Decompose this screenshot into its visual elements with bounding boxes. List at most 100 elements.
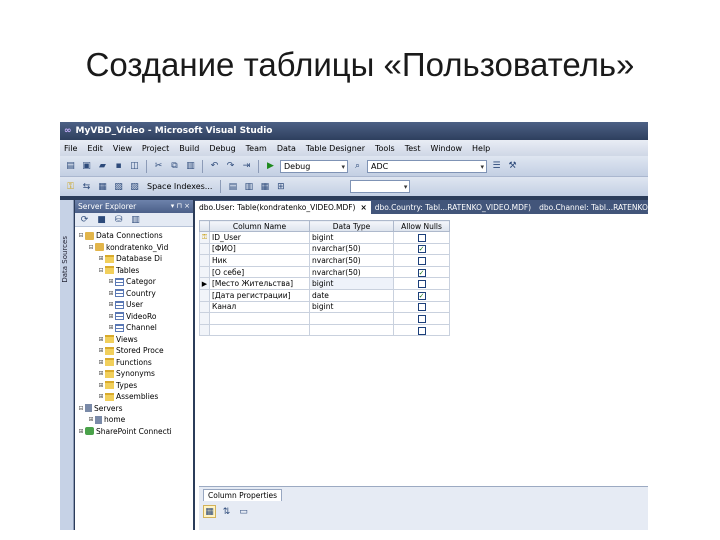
expand-icon[interactable]: ⊞ bbox=[107, 322, 115, 334]
menu-build[interactable]: Build bbox=[179, 144, 199, 153]
server-explorer-header[interactable]: Server Explorer ▾ ⊓ × bbox=[75, 200, 193, 213]
indexes-icon[interactable]: ▦ bbox=[96, 180, 109, 193]
generate-script-icon[interactable]: ▨ bbox=[128, 180, 141, 193]
allow-nulls-checkbox[interactable]: ✓ bbox=[417, 245, 426, 254]
check-constraints-icon[interactable]: ▧ bbox=[112, 180, 125, 193]
data-type-cell[interactable]: nvarchar(50) bbox=[309, 242, 394, 256]
diagram-pane-icon[interactable]: ▥ bbox=[242, 180, 255, 193]
expand-icon[interactable]: ⊞ bbox=[97, 368, 105, 380]
allow-nulls-cell[interactable] bbox=[393, 300, 450, 314]
allow-nulls-checkbox[interactable] bbox=[417, 233, 426, 242]
table-row[interactable]: [О себе] nvarchar(50) ✓ bbox=[199, 265, 450, 279]
window-titlebar[interactable]: ∞ MyVBD_Video - Microsoft Visual Studio bbox=[60, 122, 648, 140]
table-row[interactable]: Ник nvarchar(50) bbox=[199, 254, 450, 267]
property-pages-icon[interactable]: ▭ bbox=[237, 505, 250, 518]
expand-icon[interactable]: ⊞ bbox=[87, 414, 95, 426]
paste-icon[interactable]: ▥ bbox=[184, 160, 197, 173]
data-sources-strip[interactable]: Data Sources bbox=[60, 200, 74, 530]
open-file-icon[interactable]: ▰ bbox=[96, 160, 109, 173]
tree-item[interactable]: ⊞ Country bbox=[75, 288, 193, 300]
properties-icon[interactable]: ☰ bbox=[490, 160, 503, 173]
row-selector[interactable] bbox=[199, 288, 210, 302]
find-combo[interactable]: ADC ▾ bbox=[367, 159, 487, 173]
connect-server-icon[interactable]: ▥ bbox=[129, 213, 142, 226]
tree-item[interactable]: ⊞ Types bbox=[75, 380, 193, 392]
allow-nulls-cell[interactable]: ✓ bbox=[393, 242, 450, 256]
document-tab[interactable]: dbo.Country: Tabl...RATENKO_VIDEO.MDF) bbox=[371, 201, 535, 214]
collapse-icon[interactable]: ⊟ bbox=[87, 242, 95, 254]
add-item-icon[interactable]: ▣ bbox=[80, 160, 93, 173]
allow-nulls-cell[interactable]: ✓ bbox=[393, 288, 450, 302]
document-tab[interactable]: dbo.User: Table(kondratenko_VIDEO.MDF) × bbox=[195, 201, 371, 214]
tree-item[interactable]: ⊞ Channel bbox=[75, 322, 193, 334]
table-row[interactable]: [ФИО] nvarchar(50) ✓ bbox=[199, 242, 450, 256]
sql-pane-icon[interactable]: ▦ bbox=[258, 180, 271, 193]
tree-item[interactable]: ⊞ Stored Proce bbox=[75, 345, 193, 357]
tree-item[interactable]: ⊞ Assemblies bbox=[75, 391, 193, 403]
tree-item[interactable]: ⊞ Synonyms bbox=[75, 368, 193, 380]
data-type-cell[interactable]: nvarchar(50) bbox=[309, 265, 394, 279]
configuration-dropdown[interactable]: Debug ▾ bbox=[280, 159, 348, 173]
expand-icon[interactable]: ⊞ bbox=[107, 276, 115, 288]
panel-window-buttons[interactable]: ▾ ⊓ × bbox=[171, 200, 190, 213]
set-primary-key-icon[interactable]: ⚿ bbox=[64, 180, 77, 193]
refresh-icon[interactable]: ⟳ bbox=[78, 213, 91, 226]
collapse-icon[interactable]: ⊟ bbox=[77, 403, 85, 415]
row-selector[interactable] bbox=[199, 254, 210, 267]
data-type-cell[interactable]: bigint bbox=[309, 300, 394, 314]
data-type-cell[interactable]: bigint bbox=[309, 231, 394, 244]
menu-view[interactable]: View bbox=[113, 144, 132, 153]
column-name-cell[interactable] bbox=[209, 323, 310, 337]
table-row[interactable]: Канал bigint bbox=[199, 300, 450, 314]
data-type-cell[interactable] bbox=[309, 323, 394, 337]
undo-icon[interactable]: ↶ bbox=[208, 160, 221, 173]
tree-item[interactable]: ⊟ Data Connections bbox=[75, 230, 193, 242]
tree-item[interactable]: ⊞ SharePoint Connecti bbox=[75, 426, 193, 438]
new-project-icon[interactable]: ▤ bbox=[64, 160, 77, 173]
data-type-cell[interactable]: bigint bbox=[309, 277, 394, 290]
table-row[interactable] bbox=[199, 312, 450, 325]
allow-nulls-checkbox[interactable] bbox=[417, 303, 426, 312]
expand-icon[interactable]: ⊞ bbox=[97, 380, 105, 392]
menu-team[interactable]: Team bbox=[246, 144, 267, 153]
expand-icon[interactable]: ⊞ bbox=[77, 426, 85, 438]
data-type-cell[interactable]: nvarchar(50) bbox=[309, 254, 394, 267]
relationships-icon[interactable]: ⇆ bbox=[80, 180, 93, 193]
start-debugging-icon[interactable]: ▶ bbox=[264, 160, 277, 173]
menu-window[interactable]: Window bbox=[430, 144, 462, 153]
close-icon[interactable]: × bbox=[360, 203, 366, 212]
menu-tools[interactable]: Tools bbox=[375, 144, 395, 153]
save-icon[interactable]: ▪ bbox=[112, 160, 125, 173]
expand-icon[interactable]: ⊞ bbox=[97, 391, 105, 403]
expand-icon[interactable]: ⊞ bbox=[97, 357, 105, 369]
document-tab[interactable]: dbo.Channel: Tabl...RATENKO_VIDEO.MDF) bbox=[535, 201, 648, 214]
table-row[interactable]: ⚿ ID_User bigint bbox=[199, 231, 450, 244]
menu-project[interactable]: Project bbox=[142, 144, 169, 153]
row-selector[interactable]: ⚿ bbox=[199, 231, 210, 244]
allow-nulls-cell[interactable] bbox=[393, 312, 450, 325]
redo-icon[interactable]: ↷ bbox=[224, 160, 237, 173]
menu-help[interactable]: Help bbox=[472, 144, 490, 153]
column-name-cell[interactable]: ID_User bbox=[209, 231, 310, 244]
allow-nulls-cell[interactable] bbox=[393, 277, 450, 290]
tree-item[interactable]: ⊞ Database Di bbox=[75, 253, 193, 265]
row-selector[interactable] bbox=[199, 312, 210, 325]
allow-nulls-cell[interactable]: ✓ bbox=[393, 265, 450, 279]
grid-pane-icon[interactable]: ▤ bbox=[226, 180, 239, 193]
expand-icon[interactable]: ⊞ bbox=[97, 345, 105, 357]
menu-data[interactable]: Data bbox=[277, 144, 296, 153]
column-name-cell[interactable]: Ник bbox=[209, 254, 310, 267]
alphabetical-icon[interactable]: ⇅ bbox=[220, 505, 233, 518]
expand-icon[interactable]: ⊞ bbox=[97, 253, 105, 265]
tree-item[interactable]: ⊟ kondratenko_Vid bbox=[75, 242, 193, 254]
allow-nulls-checkbox[interactable] bbox=[417, 256, 426, 265]
menu-test[interactable]: Test bbox=[405, 144, 421, 153]
row-selector[interactable] bbox=[199, 242, 210, 256]
tree-item[interactable]: ⊞ Functions bbox=[75, 357, 193, 369]
navigate-icon[interactable]: ⇥ bbox=[240, 160, 253, 173]
allow-nulls-checkbox[interactable]: ✓ bbox=[417, 268, 426, 277]
allow-nulls-header[interactable]: Allow Nulls bbox=[393, 220, 450, 232]
menu-edit[interactable]: Edit bbox=[87, 144, 103, 153]
column-name-cell[interactable]: Канал bbox=[209, 300, 310, 314]
allow-nulls-cell[interactable] bbox=[393, 231, 450, 244]
